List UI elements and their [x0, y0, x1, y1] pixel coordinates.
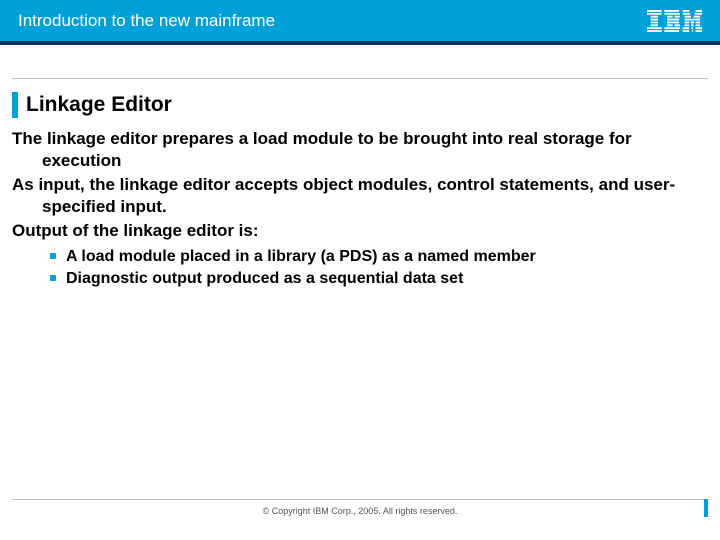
title-accent — [12, 92, 18, 118]
bullet-text: Diagnostic output produced as a sequenti… — [66, 268, 463, 290]
bullet-icon — [50, 275, 56, 281]
divider — [12, 78, 708, 79]
paragraph: Output of the linkage editor is: — [12, 220, 708, 242]
header-title: Introduction to the new mainframe — [18, 11, 275, 31]
ibm-logo — [647, 10, 702, 32]
header-bar: Introduction to the new mainframe — [0, 0, 720, 45]
bullet-icon — [50, 253, 56, 259]
bullet-list: A load module placed in a library (a PDS… — [50, 246, 708, 289]
paragraph: As input, the linkage editor accepts obj… — [12, 174, 708, 218]
slide-title-row: Linkage Editor — [12, 92, 708, 118]
paragraph: The linkage editor prepares a load modul… — [12, 128, 708, 172]
slide-title: Linkage Editor — [26, 93, 172, 117]
slide-body: The linkage editor prepares a load modul… — [12, 128, 708, 290]
footer-accent — [704, 499, 708, 517]
list-item: A load module placed in a library (a PDS… — [50, 246, 708, 268]
footer-copyright: © Copyright IBM Corp., 2005. All rights … — [0, 506, 720, 516]
bullet-text: A load module placed in a library (a PDS… — [66, 246, 536, 268]
footer-divider — [12, 499, 708, 500]
list-item: Diagnostic output produced as a sequenti… — [50, 268, 708, 290]
